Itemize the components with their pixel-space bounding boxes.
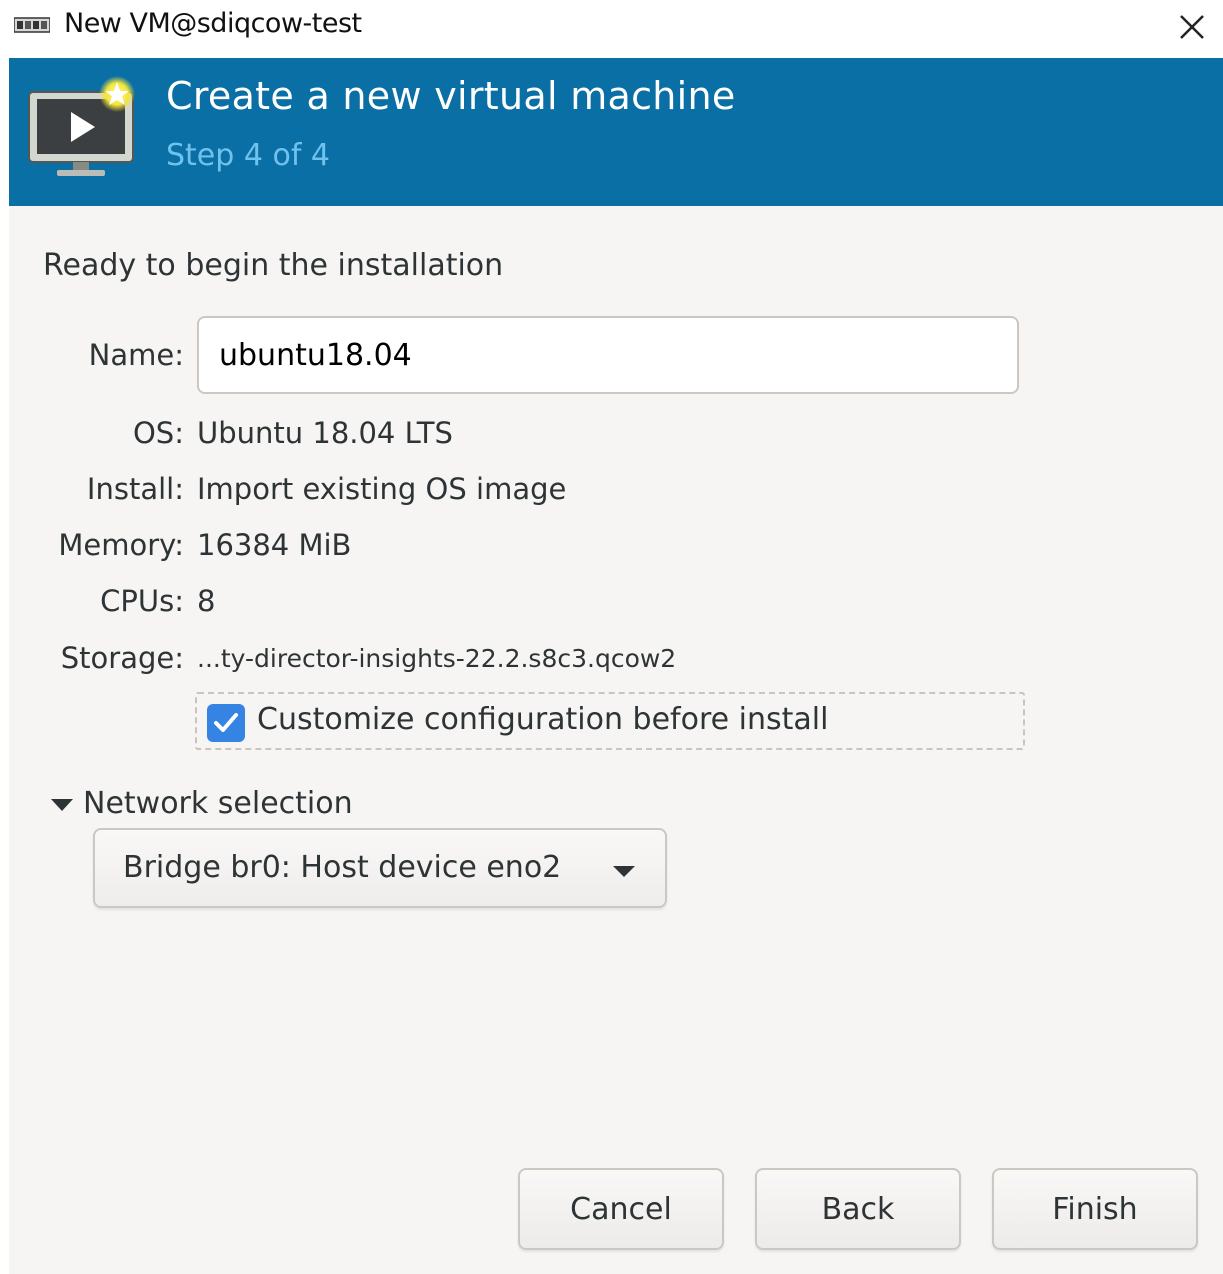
close-icon[interactable] xyxy=(1175,10,1209,44)
memory-value: 16384 MiB xyxy=(197,528,352,562)
install-label: Install: xyxy=(86,472,184,506)
finish-button[interactable]: Finish xyxy=(992,1168,1198,1250)
expander-arrow-icon xyxy=(51,799,73,811)
network-source-dropdown[interactable]: Bridge br0: Host device eno2 xyxy=(93,828,667,908)
customize-checkbox[interactable] xyxy=(207,704,245,742)
os-label: OS: xyxy=(132,416,184,450)
new-vm-monitor-icon xyxy=(28,76,135,176)
customize-checkbox-row[interactable]: Customize configuration before install xyxy=(195,692,1025,750)
os-value: Ubuntu 18.04 LTS xyxy=(197,416,453,450)
wizard-header: Create a new virtual machine Step 4 of 4 xyxy=(9,58,1223,206)
network-source-value: Bridge br0: Host device eno2 xyxy=(123,850,562,885)
memory-label: Memory: xyxy=(58,528,184,562)
title-bar: New VM@sdiqcow-test xyxy=(0,0,1223,56)
wizard-step: Step 4 of 4 xyxy=(166,138,331,173)
customize-checkbox-label: Customize configuration before install xyxy=(257,702,829,737)
vm-manager-icon xyxy=(14,17,50,33)
chevron-down-icon xyxy=(613,866,635,877)
network-selection-label: Network selection xyxy=(83,786,353,821)
wizard-title: Create a new virtual machine xyxy=(166,74,736,118)
summary-heading: Ready to begin the installation xyxy=(43,248,504,283)
install-value: Import existing OS image xyxy=(197,472,567,506)
window-title: New VM@sdiqcow-test xyxy=(64,8,362,39)
back-button[interactable]: Back xyxy=(755,1168,961,1250)
checkmark-icon xyxy=(214,713,238,732)
name-label: Name: xyxy=(88,338,184,372)
cpus-label: CPUs: xyxy=(100,584,184,618)
wizard-content: Ready to begin the installation Name: OS… xyxy=(9,206,1223,1274)
storage-value: ...ty-director-insights-22.2.s8c3.qcow2 xyxy=(197,644,677,673)
storage-label: Storage: xyxy=(60,641,184,675)
name-input[interactable] xyxy=(197,316,1019,394)
cancel-button[interactable]: Cancel xyxy=(518,1168,724,1250)
new-vm-window: New VM@sdiqcow-test Create a new virtual… xyxy=(0,0,1223,1274)
cpus-value: 8 xyxy=(197,584,216,618)
